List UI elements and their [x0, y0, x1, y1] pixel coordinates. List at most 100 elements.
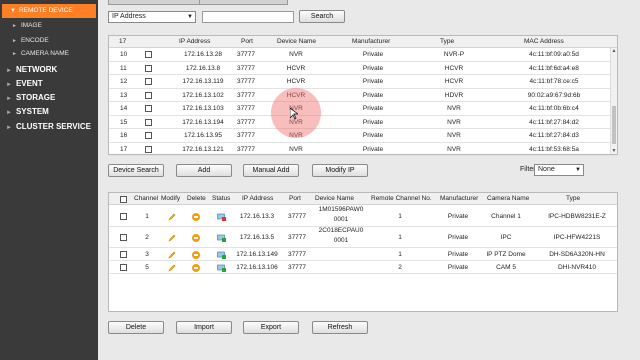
content-area: IP Address ▼ Search 17 IP Address Port De… [98, 0, 640, 360]
cell-mac: 4c:11:bf:0b:6b:c4 [529, 105, 579, 112]
cell-manufacturer: Private [362, 78, 384, 85]
cell-camera: IP PTZ Dome [486, 250, 526, 258]
added-devices-table: Channel Modify Delete Status IP Address … [108, 192, 618, 312]
delete-icon[interactable] [192, 263, 200, 272]
col-manufacturer: Manufacturer [440, 195, 479, 202]
nav-system[interactable]: ► SYSTEM [0, 107, 98, 116]
cell-no: 13 [120, 91, 128, 99]
nav-cluster-service[interactable]: ► CLUSTER SERVICE [0, 122, 98, 131]
search-type-select[interactable]: IP Address ▼ [108, 11, 196, 23]
scroll-thumb[interactable] [612, 106, 616, 144]
nav-network[interactable]: ► NETWORK [0, 65, 98, 74]
cell-mac: 4c:11:bf:6d:a4:e8 [529, 64, 579, 72]
camera-status-icon [217, 213, 226, 221]
edit-icon[interactable] [168, 234, 176, 242]
table-row[interactable]: 10 172.16.13.28 37777 NVR Private NVR-P 4c:11:… [109, 48, 617, 62]
search-results-table: 17 IP Address Port Device Name Manufactu… [108, 35, 618, 156]
import-button[interactable]: Import [176, 321, 232, 334]
arrow-right-icon: ► [6, 125, 12, 131]
row-checkbox[interactable] [145, 132, 152, 139]
row-checkbox[interactable] [145, 91, 152, 99]
nav-event[interactable]: ► EVENT [0, 79, 98, 88]
col-modify: Modify [161, 195, 181, 202]
delete-button[interactable]: Delete [108, 321, 164, 334]
select-all-checkbox[interactable] [120, 196, 127, 203]
cell-mac: 90:02:a9:67:9d:6b [527, 91, 581, 99]
cell-no: 12 [120, 78, 128, 85]
edit-icon[interactable] [168, 264, 176, 272]
cell-type: DH-SD6A320N-HN [549, 250, 605, 258]
table-row[interactable]: 12 172.16.13.119 37777 HCVR Private HCVR 4c:11… [109, 75, 617, 89]
cell-no: 14 [120, 105, 128, 112]
cell-type: IPC-HDBW8231E-Z [548, 212, 606, 220]
cell-type: DHI-NVR410 [558, 263, 596, 271]
nav-image[interactable]: ► IMAGE [0, 22, 98, 29]
nav-remote-device[interactable]: ▼ REMOTE DEVICE [2, 4, 96, 18]
row-checkbox[interactable] [145, 64, 152, 72]
delete-icon[interactable] [192, 250, 200, 259]
cell-manufacturer: Private [362, 105, 384, 112]
col-ip: IP Address [179, 38, 211, 45]
cell-camera: Channel 1 [491, 212, 521, 220]
search-input[interactable] [202, 11, 294, 23]
cell-type: NVR [447, 118, 461, 126]
cell-name: HCVR [286, 78, 306, 85]
table-row[interactable]: 2 172.16.13.5 37777 1 Private IPC IPC-HFW4221S… [109, 227, 617, 248]
row-checkbox[interactable] [145, 51, 152, 58]
table-row[interactable]: 11 172.16.13.8 37777 HCVR Private HCVR 4c:11:b… [109, 62, 617, 75]
filter-select[interactable]: None ▼ [534, 164, 584, 176]
cell-manufacturer: Private [362, 51, 384, 58]
delete-icon[interactable] [192, 212, 200, 221]
col-device-name: Device Name [315, 195, 355, 202]
table-row[interactable]: 1 172.16.13.3 37777 1 Private Channel 1 IPC-HD… [109, 206, 617, 227]
cell-camera: IPC [500, 233, 512, 241]
nav-camera-name[interactable]: ► CAMERA NAME [0, 50, 98, 57]
add-button[interactable]: Add [176, 164, 232, 177]
cell-port: 37777 [287, 250, 307, 258]
scroll-up-icon[interactable]: ▲ [611, 48, 617, 54]
cell-no: 16 [120, 132, 128, 139]
device-search-button[interactable]: Device Search [108, 164, 164, 177]
cell-name: HCVR [286, 91, 306, 99]
table-row[interactable]: 13 172.16.13.102 37777 HCVR Private HDVR 90:02… [109, 89, 617, 102]
top-tab-strip[interactable] [108, 0, 288, 5]
row-checkbox[interactable] [145, 78, 152, 85]
row-checkbox[interactable] [145, 145, 152, 153]
cell-mac: 4c:11:bf:27:84:d3 [529, 132, 579, 139]
cell-manufacturer: Private [362, 118, 384, 126]
row-checkbox[interactable] [145, 105, 152, 112]
manual-add-button[interactable]: Manual Add [243, 164, 299, 177]
edit-icon[interactable] [168, 213, 176, 221]
scroll-down-icon[interactable]: ▼ [611, 148, 617, 154]
search-button[interactable]: Search [299, 10, 345, 23]
nav-encode[interactable]: ► ENCODE [0, 37, 98, 44]
table-row[interactable]: 15 172.16.13.194 37777 NVR Private NVR 4c:11:b… [109, 116, 617, 129]
search-table-scrollbar[interactable]: ▲ ▼ [610, 48, 617, 154]
arrow-right-icon: ► [6, 110, 12, 116]
delete-icon[interactable] [192, 233, 200, 242]
cell-type: HCVR [444, 78, 464, 85]
cell-no: 17 [120, 145, 128, 153]
cell-device-name: 2C018ECPAU0 [318, 227, 364, 234]
col-manufacturer: Manufacturer [352, 38, 391, 45]
cell-manufacturer: Private [362, 145, 384, 153]
row-checkbox[interactable] [145, 118, 152, 126]
modify-ip-button[interactable]: Modify IP [312, 164, 368, 177]
table-row[interactable]: 17 172.16.13.121 37777 NVR Private NVR 4c:11:b… [109, 143, 617, 156]
table-row[interactable]: 3 172.16.13.149 37777 1 Private IP PTZ Dome DH… [109, 248, 617, 261]
col-channel: Channel [134, 195, 159, 202]
refresh-button[interactable]: Refresh [312, 321, 368, 334]
edit-icon[interactable] [168, 251, 176, 259]
export-button[interactable]: Export [243, 321, 299, 334]
chevron-down-icon: ▼ [187, 14, 193, 20]
nav-storage[interactable]: ► STORAGE [0, 93, 98, 102]
sidebar: ▼ REMOTE DEVICE ► IMAGE ► ENCODE ► CAMERA NA… [0, 0, 98, 360]
table-row[interactable]: 14 172.16.13.103 37777 NVR Private NVR 4c:11:b… [109, 102, 617, 116]
arrow-right-icon: ► [6, 82, 12, 88]
col-port: Port [289, 195, 301, 202]
cell-name: NVR [289, 132, 303, 139]
cell-type: NVR [447, 145, 461, 153]
cell-manufacturer: Private [362, 91, 384, 99]
table-row[interactable]: 5 172.16.13.106 37777 2 Private CAM 5 DHI-NVR4… [109, 261, 617, 274]
table-row[interactable]: 16 172.16.13.95 37777 NVR Private NVR 4c:11:bf… [109, 129, 617, 143]
